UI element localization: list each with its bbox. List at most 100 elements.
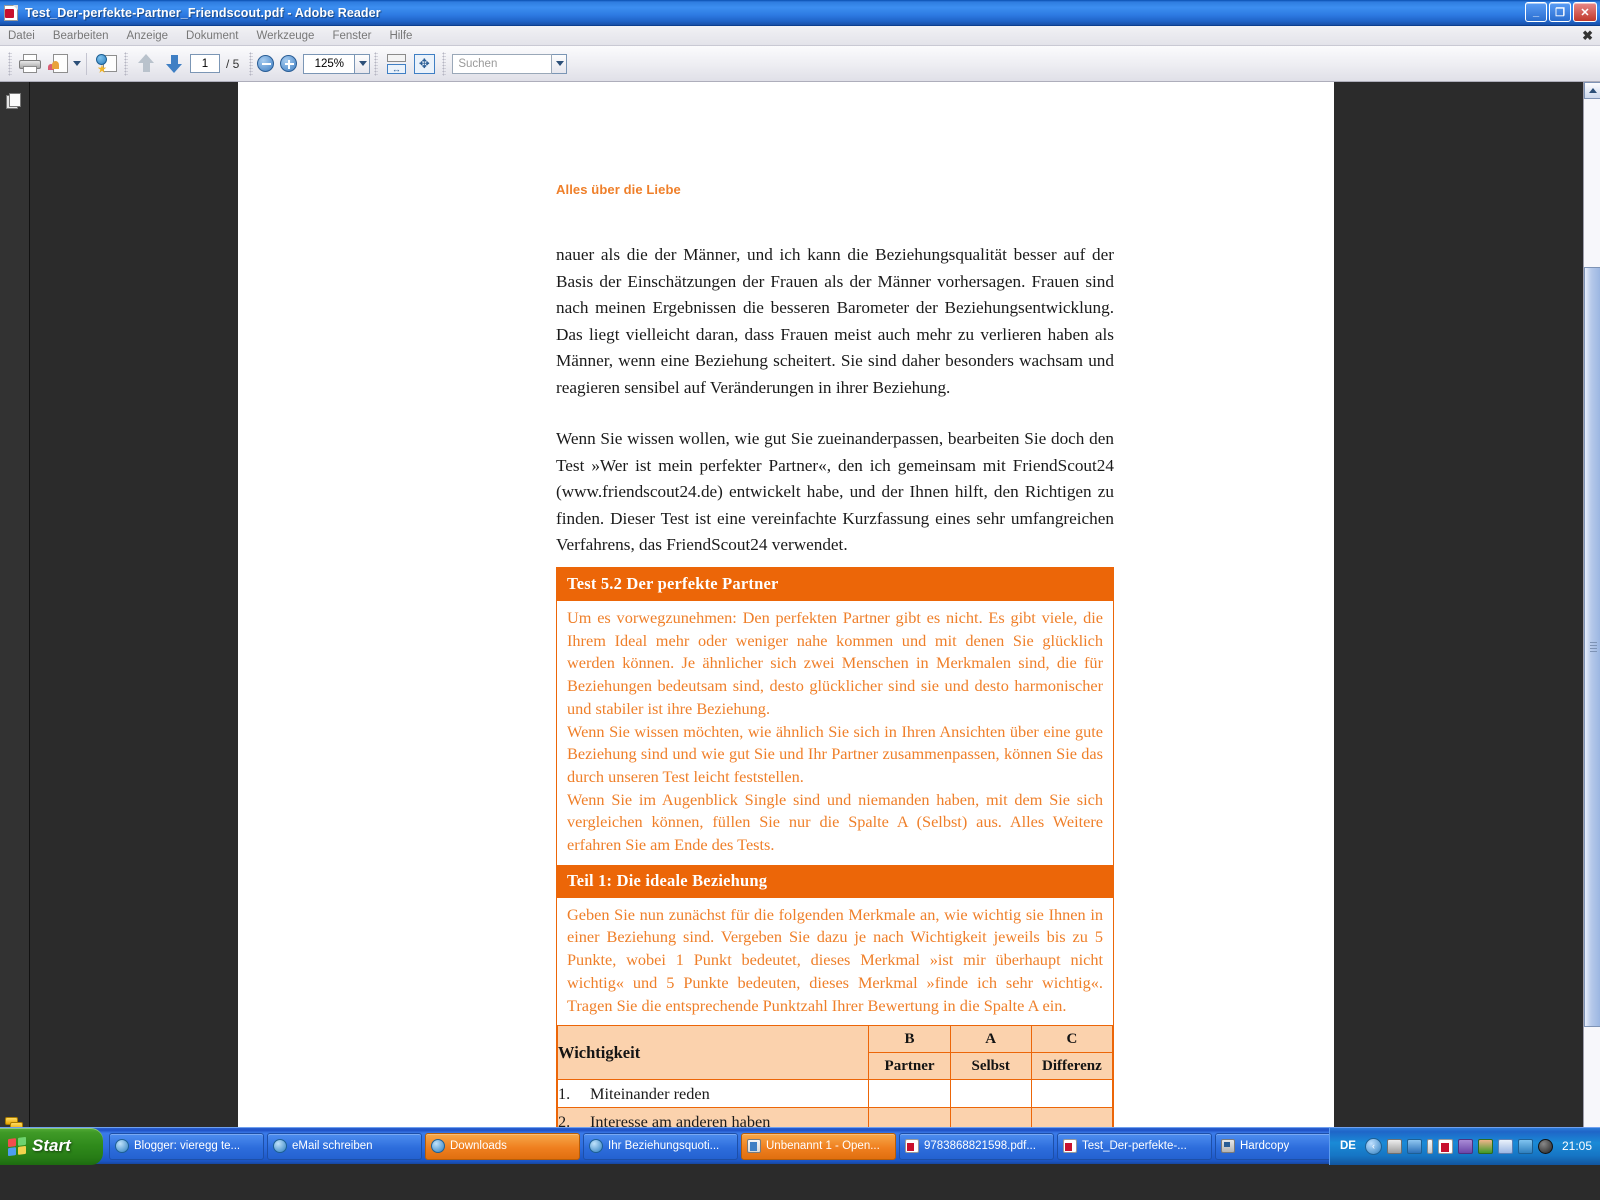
main-toolbar: 1 / 5 125% ↔ Suchen [0, 46, 1600, 82]
toolbar-grip[interactable] [374, 51, 379, 76]
printer-icon[interactable] [1386, 1138, 1402, 1154]
print-button[interactable] [16, 50, 44, 78]
row-1-partner-cell[interactable] [868, 1079, 951, 1109]
connection-icon[interactable] [1457, 1138, 1473, 1154]
taskbar-item-hardcopy[interactable]: Hardcopy [1215, 1132, 1329, 1160]
search-dropdown-button[interactable] [552, 53, 568, 74]
taskbar-item-openoffice[interactable]: Unbenannt 1 - Open... [741, 1132, 896, 1160]
fit-page-button[interactable] [410, 50, 438, 78]
vertical-scrollbar[interactable] [1583, 82, 1600, 1164]
vertical-scroll-thumb[interactable] [1584, 267, 1600, 1027]
browser-icon [431, 1139, 445, 1153]
toolbar-grip[interactable] [249, 51, 254, 76]
taskbar-item-blogger[interactable]: Blogger: vieregg te... [109, 1132, 264, 1160]
restore-button[interactable]: ❐ [1549, 2, 1571, 22]
next-page-button[interactable] [160, 50, 188, 78]
table-row: 1. Miteinander reden [556, 1079, 1114, 1109]
clock[interactable]: 21:05 [1562, 1139, 1592, 1153]
table-header-row-letters: Wichtigkeit B A C [556, 1025, 1114, 1081]
row-1-differenz-cell[interactable] [1030, 1079, 1114, 1109]
row-1-label: 1. Miteinander reden [556, 1079, 870, 1109]
zoom-level-input[interactable]: 125% [303, 53, 356, 74]
start-label: Start [32, 1136, 71, 1155]
window-title-bar[interactable]: Test_Der-perfekte-Partner_Friendscout.pd… [0, 0, 1600, 26]
test-intro-paragraph-3: Wenn Sie im Augenblick Single sind und n… [567, 789, 1103, 855]
taskbar-item-label: Hardcopy [1240, 1140, 1290, 1152]
pages-panel-button[interactable] [2, 88, 28, 114]
table-row-header-label: Wichtigkeit [556, 1025, 870, 1081]
minimize-button[interactable]: _ [1525, 2, 1547, 22]
taskbar-item-email[interactable]: eMail schreiben [267, 1132, 422, 1160]
menu-item-datei[interactable]: Datei [0, 26, 44, 46]
document-view[interactable]: Alles über die Liebe nauer als die der M… [30, 82, 1583, 1164]
email-dropdown-chevron-down-icon[interactable] [73, 61, 81, 66]
workspace: Alles über die Liebe nauer als die der M… [0, 82, 1600, 1165]
pdf-file-icon [4, 4, 20, 21]
acrobat-icon[interactable] [1437, 1138, 1453, 1154]
zoom-out-button[interactable] [257, 55, 275, 72]
taskbar-item-pdf-9783868821598[interactable]: 9783868821598.pdf... [899, 1132, 1054, 1160]
start-button[interactable]: Start [0, 1127, 103, 1165]
previous-page-arrow-icon [137, 54, 155, 73]
taskbar-item-pdf-test-der-perfekte[interactable]: Test_Der-perfekte-... [1057, 1132, 1212, 1160]
update-icon[interactable] [1517, 1138, 1533, 1154]
window-controls: _ ❐ ✕ [1525, 2, 1597, 22]
scroll-up-arrow[interactable] [1584, 82, 1600, 99]
column-letter-c: C [1030, 1025, 1114, 1054]
fit-width-button[interactable]: ↔ [382, 50, 410, 78]
running-head: Alles über die Liebe [556, 182, 681, 197]
chevron-down-icon [358, 61, 367, 66]
menu-item-fenster[interactable]: Fenster [323, 26, 380, 46]
battery-icon[interactable] [1426, 1138, 1433, 1154]
browser-icon [115, 1139, 129, 1153]
tray-expand-chevron-left-icon[interactable]: ‹ [1364, 1137, 1382, 1155]
row-1-selbst-cell[interactable] [949, 1079, 1032, 1109]
browser-icon [273, 1139, 287, 1153]
audio-icon[interactable] [1537, 1138, 1553, 1154]
create-pdf-from-web-button[interactable] [92, 50, 120, 78]
network-icon[interactable] [1406, 1138, 1422, 1154]
pdf-page: Alles über die Liebe nauer als die der M… [238, 82, 1334, 1164]
pages-panel-icon [6, 92, 23, 110]
menu-bar: Datei Bearbeiten Anzeige Dokument Werkze… [0, 26, 1600, 46]
language-indicator[interactable]: DE [1340, 1140, 1356, 1152]
row-1-text: Miteinander reden [590, 1083, 710, 1103]
taskbar-item-downloads[interactable]: Downloads [425, 1132, 580, 1160]
menu-item-bearbeiten[interactable]: Bearbeiten [44, 26, 118, 46]
window-title: Test_Der-perfekte-Partner_Friendscout.pd… [25, 5, 381, 20]
test-intro-paragraph-2: Wenn Sie wissen möchten, wie ähnlich Sie… [567, 721, 1103, 786]
toolbar-grip[interactable] [442, 51, 447, 76]
taskbar-item-beziehungsquotient[interactable]: Ihr Beziehungsquoti... [583, 1132, 738, 1160]
search-input[interactable]: Suchen [452, 53, 553, 74]
test-box-title: Test 5.2 Der perfekte Partner [557, 568, 1113, 601]
column-word-selbst: Selbst [949, 1052, 1032, 1081]
zoom-dropdown-button[interactable] [355, 53, 371, 74]
openoffice-icon [747, 1139, 761, 1153]
test-intro-paragraph-1: Um es vorwegzunehmen: Den perfekten Part… [567, 608, 1103, 718]
taskbar-item-label: Downloads [450, 1140, 507, 1152]
close-document-icon[interactable]: ✖ [1582, 27, 1593, 45]
menu-item-hilfe[interactable]: Hilfe [380, 26, 421, 46]
antivirus-icon[interactable] [1477, 1138, 1493, 1154]
taskbar-item-label: Test_Der-perfekte-... [1082, 1140, 1187, 1152]
create-pdf-from-web-icon [95, 53, 117, 74]
body-paragraph-2: Wenn Sie wissen wollen, wie gut Sie zuei… [556, 429, 1114, 554]
previous-page-button[interactable] [132, 50, 160, 78]
page-total-label: / 5 [226, 56, 240, 71]
cursor-icon[interactable] [1497, 1138, 1513, 1154]
windows-taskbar: Start Blogger: vieregg te... eMail schre… [0, 1127, 1600, 1165]
column-letter-a: A [949, 1025, 1032, 1054]
menu-item-anzeige[interactable]: Anzeige [117, 26, 177, 46]
windows-logo-icon [8, 1136, 26, 1156]
toolbar-grip[interactable] [8, 51, 12, 76]
column-word-differenz: Differenz [1030, 1052, 1114, 1081]
zoom-in-button[interactable] [280, 55, 298, 72]
taskbar-item-label: Ihr Beziehungsquoti... [608, 1140, 720, 1152]
menu-item-werkzeuge[interactable]: Werkzeuge [247, 26, 323, 46]
page-number-input[interactable]: 1 [190, 54, 220, 73]
toolbar-grip[interactable] [124, 51, 128, 76]
menu-item-dokument[interactable]: Dokument [177, 26, 247, 46]
close-button[interactable]: ✕ [1573, 2, 1597, 22]
column-word-partner: Partner [868, 1052, 951, 1081]
attach-to-email-button[interactable] [44, 50, 72, 78]
